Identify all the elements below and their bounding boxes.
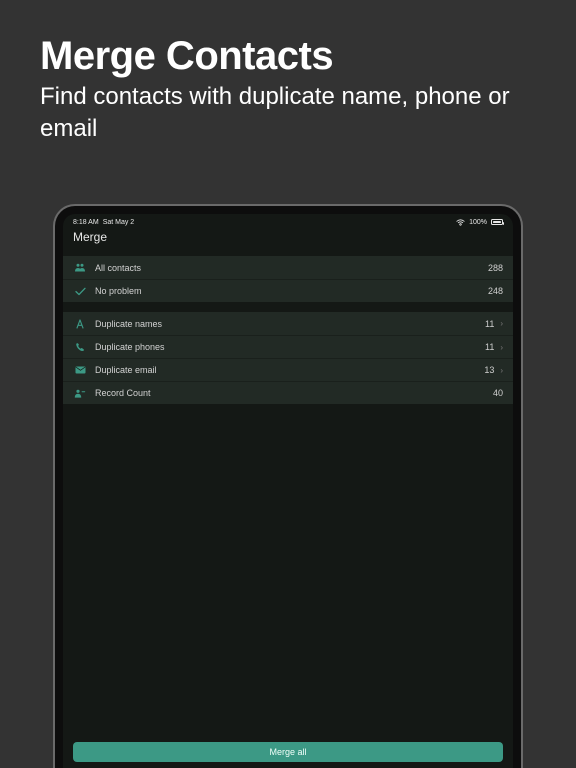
row-duplicate-phones[interactable]: Duplicate phones 11 › bbox=[63, 335, 513, 358]
row-label: No problem bbox=[95, 286, 488, 296]
hero-subtitle: Find contacts with duplicate name, phone… bbox=[40, 81, 536, 146]
row-label: Record Count bbox=[95, 388, 493, 398]
summary-group: All contacts 288 No problem 248 bbox=[63, 256, 513, 302]
wifi-icon bbox=[456, 219, 465, 226]
row-duplicate-names[interactable]: Duplicate names 11 › bbox=[63, 312, 513, 335]
contacts-icon bbox=[73, 263, 87, 272]
tablet-frame: 8:18 AM Sat May 2 100% Merge bbox=[53, 204, 523, 768]
hero-title: Merge Contacts bbox=[40, 34, 536, 79]
phone-icon bbox=[73, 342, 87, 352]
merge-all-button[interactable]: Merge all bbox=[73, 742, 503, 762]
merge-all-label: Merge all bbox=[269, 747, 306, 757]
person-minus-icon bbox=[73, 389, 87, 398]
row-all-contacts[interactable]: All contacts 288 bbox=[63, 256, 513, 279]
status-bar: 8:18 AM Sat May 2 100% bbox=[63, 214, 513, 228]
chevron-right-icon: › bbox=[500, 319, 503, 328]
status-battery-pct: 100% bbox=[469, 219, 487, 226]
chevron-right-icon: › bbox=[500, 366, 503, 375]
check-icon bbox=[73, 287, 87, 296]
battery-icon bbox=[491, 219, 503, 225]
letter-a-icon bbox=[73, 319, 87, 329]
status-time: 8:18 AM bbox=[73, 219, 99, 226]
row-count: 13 bbox=[484, 365, 494, 375]
row-label: Duplicate email bbox=[95, 365, 484, 375]
hero: Merge Contacts Find contacts with duplic… bbox=[0, 0, 576, 156]
page-title: Merge bbox=[63, 228, 513, 252]
row-label: All contacts bbox=[95, 263, 488, 273]
row-record-count[interactable]: Record Count 40 bbox=[63, 381, 513, 404]
duplicates-group: Duplicate names 11 › Duplicate phones 11… bbox=[63, 312, 513, 404]
tablet-screen: 8:18 AM Sat May 2 100% Merge bbox=[63, 214, 513, 768]
tablet-mock: 8:18 AM Sat May 2 100% Merge bbox=[53, 204, 523, 768]
row-count: 11 bbox=[485, 342, 494, 352]
status-date: Sat May 2 bbox=[103, 219, 135, 226]
row-count: 248 bbox=[488, 286, 503, 296]
row-no-problem[interactable]: No problem 248 bbox=[63, 279, 513, 302]
row-count: 40 bbox=[493, 388, 503, 398]
row-count: 11 bbox=[485, 319, 494, 329]
row-duplicate-email[interactable]: Duplicate email 13 › bbox=[63, 358, 513, 381]
row-label: Duplicate names bbox=[95, 319, 485, 329]
chevron-right-icon: › bbox=[500, 343, 503, 352]
row-label: Duplicate phones bbox=[95, 342, 485, 352]
row-count: 288 bbox=[488, 263, 503, 273]
mail-icon bbox=[73, 366, 87, 374]
